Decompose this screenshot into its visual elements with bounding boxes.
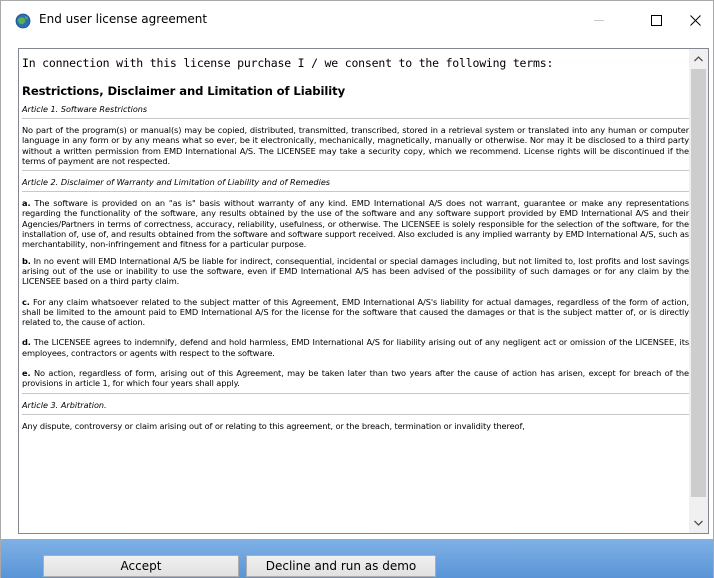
separator [22, 170, 689, 172]
license-intro: In connection with this license purchase… [22, 56, 554, 70]
globe-icon [15, 13, 31, 29]
license-text-box[interactable]: In connection with this license purchase… [18, 48, 709, 534]
clause-text: The LICENSEE agrees to indemnify, defend… [22, 337, 689, 358]
vertical-scrollbar[interactable] [689, 49, 708, 533]
separator [22, 392, 689, 394]
clause-letter: d. [22, 337, 31, 348]
license-heading: Restrictions, Disclaimer and Limitation … [22, 84, 346, 98]
clause-text: In no event will EMD International A/S b… [22, 255, 689, 287]
separator [22, 191, 689, 193]
license-text-content: In connection with this license purchase… [21, 53, 689, 531]
scroll-up-arrow-icon[interactable] [689, 49, 708, 69]
article-2-title: Article 2. Disclaimer of Warranty and Li… [22, 177, 331, 188]
clause-letter: c. [22, 296, 30, 307]
license-dialog-window: End user license agreement In connection… [0, 0, 714, 578]
article-3-text: Any dispute, controversy or claim arisin… [22, 420, 525, 431]
clause-letter: b. [22, 255, 31, 266]
clause-a: a. The software is provided on an "as is… [22, 198, 689, 249]
close-icon[interactable] [677, 3, 713, 37]
maximize-icon[interactable] [633, 3, 679, 37]
clause-c: c. For any claim whatsoever related to t… [22, 297, 689, 328]
scroll-down-arrow-icon[interactable] [689, 513, 708, 533]
title-bar[interactable]: End user license agreement [1, 1, 713, 39]
article-3-title: Article 3. Arbitration. [22, 399, 107, 410]
window-title: End user license agreement [39, 12, 208, 26]
article-1-title: Article 1. Software Restrictions [22, 104, 148, 114]
article-1-text: No part of the program(s) or manual(s) m… [22, 125, 689, 166]
scrollbar-thumb[interactable] [691, 69, 706, 497]
clause-letter: e. [22, 368, 31, 379]
minimize-icon[interactable] [576, 3, 622, 37]
clause-d: d. The LICENSEE agrees to indemnify, def… [22, 337, 689, 358]
button-bar: Accept Decline and run as demo [1, 539, 713, 578]
clause-text: The software is provided on an "as is" b… [22, 198, 689, 250]
clause-text: For any claim whatsoever related to the … [22, 296, 689, 328]
separator [22, 413, 689, 415]
accept-button[interactable]: Accept [43, 555, 239, 577]
decline-demo-button[interactable]: Decline and run as demo [246, 555, 436, 577]
clause-letter: a. [22, 198, 31, 209]
clause-text: No action, regardless of form, arising o… [22, 368, 689, 389]
clause-b: b. In no event will EMD International A/… [22, 256, 689, 287]
clause-e: e. No action, regardless of form, arisin… [22, 368, 689, 389]
separator [22, 118, 689, 119]
